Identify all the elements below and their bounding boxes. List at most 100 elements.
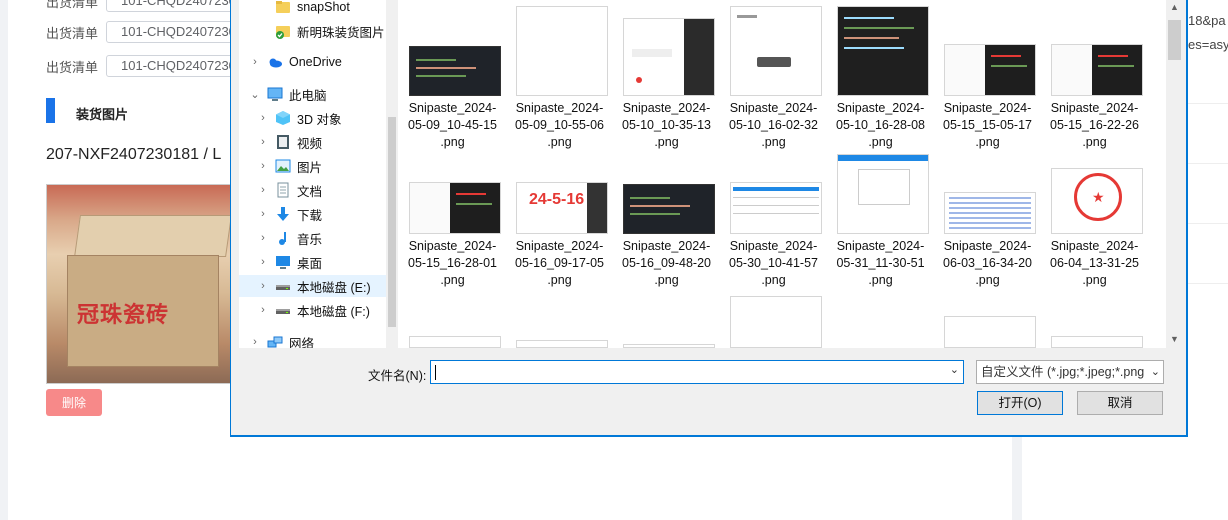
nav-item[interactable]: 新明珠装货图片 (239, 20, 386, 42)
loading-photo[interactable]: 冠珠瓷砖 (46, 184, 238, 384)
chevron-right-icon[interactable]: › (257, 160, 269, 172)
nav-item[interactable]: snapShot (239, 0, 386, 18)
chevron-right-icon[interactable]: › (257, 136, 269, 148)
file-name-line: 05-16_09-17-05 (515, 256, 604, 270)
section-title: 装货图片 (76, 107, 129, 122)
open-button[interactable]: 打开(O) (977, 391, 1063, 415)
file-tile[interactable]: Snipaste_2024- 05-15_16-28-01 .png (399, 138, 506, 287)
chevron-right-icon[interactable]: › (257, 232, 269, 244)
row-label: 出货清单 (46, 59, 99, 75)
file-thumbnail[interactable] (730, 296, 822, 348)
nav-item-label: snapShot (297, 0, 350, 14)
nav-item[interactable]: › 图片 (239, 155, 386, 177)
scroll-down-arrow[interactable]: ▼ (1166, 334, 1183, 344)
file-tile[interactable]: Snipaste_2024- 05-10_16-28-08 .png (827, 0, 934, 149)
nav-item[interactable]: › 音乐 (239, 227, 386, 249)
file-thumbnail (837, 154, 929, 234)
file-name-line: 05-09_10-55-06 (515, 118, 604, 132)
right-text-fragment: 18&pa (1188, 13, 1226, 28)
file-tile[interactable]: Snipaste_2024- 05-31_11-30-51 .png (827, 138, 934, 287)
chevron-right-icon[interactable]: › (249, 56, 261, 68)
file-name-line: 05-31_11-30-51 (836, 256, 925, 270)
nav-item-label: OneDrive (289, 55, 342, 69)
file-tile[interactable]: Snipaste_2024- 05-09_10-55-06 .png (506, 0, 613, 149)
file-tile[interactable]: Snipaste_2024- 05-10_10-35-13 .png (613, 0, 720, 149)
cancel-button[interactable]: 取消 (1077, 391, 1163, 415)
file-tile[interactable]: Snipaste_2024- 06-03_16-34-20 .png (934, 138, 1041, 287)
nav-item-label: 文档 (297, 184, 323, 199)
file-name-line: Snipaste_2024- (836, 101, 925, 115)
file-tile[interactable]: Snipaste_2024- 05-15_15-05-17 .png (934, 0, 1041, 149)
file-thumbnail (1051, 44, 1143, 96)
delete-button[interactable]: 删除 (46, 389, 102, 416)
file-name: Snipaste_2024- 05-31_11-30-51 .png (827, 238, 934, 289)
scroll-up-arrow[interactable]: ▲ (1166, 2, 1183, 12)
file-thumbnail[interactable] (516, 340, 608, 348)
file-name-line: Snipaste_2024- (1050, 239, 1139, 253)
file-name-line: 05-10_10-35-13 (622, 118, 711, 132)
right-text-fragment: es=asy (1188, 37, 1228, 52)
nav-item[interactable]: › 文档 (239, 179, 386, 201)
file-name: Snipaste_2024- 06-03_16-34-20 .png (934, 238, 1041, 289)
right-table-cell (1188, 255, 1228, 284)
drive-icon (275, 302, 291, 318)
file-open-dialog: snapShot 新明珠装货图片 › OneDrive ⌄ 此电脑 › 3D 对象 › 视频 › 图片… (230, 0, 1188, 437)
chevron-right-icon[interactable]: › (257, 184, 269, 196)
file-tile[interactable]: Snipaste_2024- 05-10_16-02-32 .png (720, 0, 827, 149)
file-tile[interactable]: Snipaste_2024- 05-30_10-41-57 .png (720, 138, 827, 287)
file-name-line: 05-15_16-22-26 (1050, 118, 1139, 132)
nav-scrollbar-thumb[interactable] (388, 117, 396, 327)
video-icon (275, 134, 291, 150)
chevron-down-icon[interactable]: ⌄ (1148, 361, 1160, 383)
file-name-line: Snipaste_2024- (515, 101, 604, 115)
nav-item[interactable]: › 下载 (239, 203, 386, 225)
filename-label: 文件名(N): (368, 369, 427, 383)
synced-folder-icon (275, 23, 291, 39)
file-tile[interactable]: ★ Snipaste_2024- 06-04_13-31-25 .png (1041, 138, 1148, 287)
filename-input[interactable]: ⌄ (430, 360, 964, 384)
nav-item[interactable]: › OneDrive (239, 51, 386, 73)
file-name-line: Snipaste_2024- (1050, 101, 1139, 115)
file-name: Snipaste_2024- 05-16_09-17-05 .png (506, 238, 613, 289)
chevron-down-icon[interactable]: ⌄ (249, 88, 261, 101)
nav-item[interactable]: ⌄ 此电脑 (239, 83, 386, 105)
chevron-right-icon[interactable]: › (257, 280, 269, 292)
file-list-scrollbar[interactable]: ▲ ▼ (1166, 0, 1183, 348)
file-list-scrollbar-thumb[interactable] (1168, 20, 1181, 60)
file-name-line: Snipaste_2024- (515, 239, 604, 253)
chevron-right-icon[interactable]: › (257, 112, 269, 124)
photo-brand-text: 冠珠瓷砖 (77, 302, 170, 327)
file-tile[interactable]: Snipaste_2024- 05-09_10-45-15 .png (399, 0, 506, 149)
file-thumbnail[interactable] (1051, 336, 1143, 348)
nav-item[interactable]: › 桌面 (239, 251, 386, 273)
chevron-right-icon[interactable]: › (249, 336, 261, 348)
file-thumbnail[interactable] (409, 336, 501, 348)
file-list: Snipaste_2024- 05-09_10-45-15 .png Snipaste… (398, 0, 1166, 348)
nav-item[interactable]: › 3D 对象 (239, 107, 386, 129)
nav-item[interactable]: › 视频 (239, 131, 386, 153)
dialog-footer: 文件名(N): ⌄ 自定义文件 (*.jpg;*.jpeg;*.png ⌄ 打开… (231, 348, 1186, 435)
photo-box-lid (74, 215, 232, 257)
right-table-cell (1188, 75, 1228, 104)
chevron-right-icon[interactable]: › (257, 208, 269, 220)
chevron-right-icon[interactable]: › (257, 256, 269, 268)
file-tile[interactable]: 24-5-16 Snipaste_2024- 05-16_09-17-05 .png (506, 138, 613, 287)
nav-item[interactable]: › 网络 (239, 331, 386, 348)
file-thumbnail (944, 44, 1036, 96)
chevron-right-icon[interactable]: › (257, 304, 269, 316)
right-table-cell (1188, 135, 1228, 164)
file-name-line: 06-03_16-34-20 (943, 256, 1032, 270)
file-name-line: 05-10_16-02-32 (729, 118, 818, 132)
nav-item[interactable]: › 本地磁盘 (E:) (239, 275, 386, 297)
nav-item[interactable]: › 本地磁盘 (F:) (239, 299, 386, 321)
file-tile[interactable]: Snipaste_2024- 05-16_09-48-20 .png (613, 138, 720, 287)
nav-item-label: 图片 (297, 160, 323, 175)
computer-icon (267, 86, 283, 102)
chevron-down-icon[interactable]: ⌄ (950, 363, 959, 376)
file-thumbnail[interactable] (944, 316, 1036, 348)
file-name-line: .png (868, 273, 893, 287)
file-tile[interactable]: Snipaste_2024- 05-15_16-22-26 .png (1041, 0, 1148, 149)
file-name-line: Snipaste_2024- (408, 101, 497, 115)
filetype-select[interactable]: 自定义文件 (*.jpg;*.jpeg;*.png ⌄ (976, 360, 1164, 384)
file-thumbnail (409, 182, 501, 234)
